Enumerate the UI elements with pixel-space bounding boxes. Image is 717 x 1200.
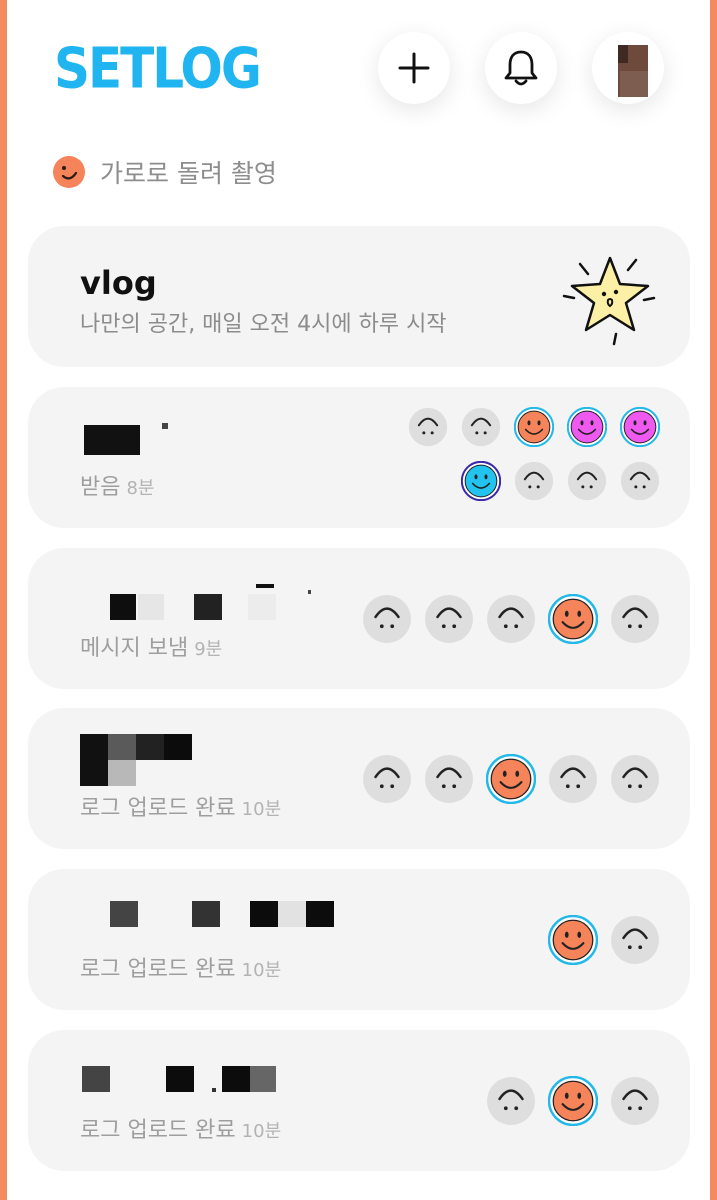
rotate-smile-icon: [53, 156, 85, 188]
reaction-face-magenta-icon[interactable]: [567, 407, 607, 447]
status-text: 받음: [80, 475, 121, 500]
vlog-title: vlog: [80, 264, 157, 302]
reaction-face-inactive-icon[interactable]: [620, 461, 660, 501]
status-text: 로그 업로드 완료: [80, 1118, 236, 1143]
reaction-face-orange-icon[interactable]: [514, 407, 554, 447]
app-logo: SETLOG: [54, 36, 262, 101]
friend-card-4[interactable]: 로그 업로드 완료 10분: [28, 869, 690, 1010]
reaction-face-inactive-icon[interactable]: [362, 754, 412, 804]
status-text: 메시지 보냄: [80, 636, 189, 661]
reaction-face-orange-icon[interactable]: [486, 753, 536, 804]
status-time: 10분: [241, 1121, 282, 1142]
add-button[interactable]: [378, 32, 450, 104]
status-time: 9분: [194, 639, 223, 660]
reaction-face-orange-icon[interactable]: [548, 1075, 598, 1126]
friend-status: 로그 업로드 완료 10분: [80, 951, 281, 983]
reaction-face-inactive-icon[interactable]: [461, 407, 501, 447]
reaction-face-blue-icon[interactable]: [461, 461, 501, 501]
frame-edge-left: [0, 0, 7, 1200]
reaction-face-orange-icon[interactable]: [548, 593, 598, 644]
profile-button[interactable]: [592, 32, 664, 104]
friend-status: 메시지 보냄 9분: [80, 630, 222, 662]
friend-status: 로그 업로드 완료 10분: [80, 1112, 281, 1144]
notification-button[interactable]: [485, 32, 557, 104]
status-time: 10분: [241, 960, 282, 981]
rotate-hint[interactable]: 가로로 돌려 촬영: [52, 152, 277, 192]
vlog-description: 나만의 공간, 매일 오전 4시에 하루 시작: [80, 312, 447, 337]
reaction-face-inactive-icon[interactable]: [567, 461, 607, 501]
reaction-face-orange-icon[interactable]: [548, 914, 598, 965]
reaction-faces: [408, 407, 660, 501]
friend-status: 받음 8분: [80, 469, 155, 501]
reaction-faces-row: [461, 461, 660, 501]
reaction-face-inactive-icon[interactable]: [514, 461, 554, 501]
friend-card-3[interactable]: 로그 업로드 완료 10분: [28, 708, 690, 849]
bell-icon: [504, 50, 538, 86]
reaction-face-inactive-icon[interactable]: [424, 754, 474, 804]
star-character-icon: [562, 256, 656, 346]
reaction-face-inactive-icon[interactable]: [362, 594, 412, 644]
plus-icon: [398, 52, 430, 84]
friend-card-5[interactable]: 로그 업로드 완료 10분: [28, 1030, 690, 1171]
friend-card-2[interactable]: 메시지 보냄 9분: [28, 548, 690, 689]
vlog-card[interactable]: vlog 나만의 공간, 매일 오전 4시에 하루 시작: [28, 226, 690, 367]
reaction-faces: [362, 708, 660, 849]
reaction-face-inactive-icon[interactable]: [486, 1076, 536, 1126]
status-text: 로그 업로드 완료: [80, 957, 236, 982]
reaction-faces: [362, 548, 660, 689]
status-text: 로그 업로드 완료: [80, 796, 236, 821]
reaction-faces: [548, 869, 660, 1010]
rotate-hint-text: 가로로 돌려 촬영: [100, 159, 277, 188]
reaction-face-inactive-icon[interactable]: [486, 594, 536, 644]
reaction-face-inactive-icon[interactable]: [610, 1076, 660, 1126]
friend-card-1[interactable]: 받음 8분: [28, 387, 690, 528]
reaction-face-inactive-icon[interactable]: [408, 407, 448, 447]
friend-status: 로그 업로드 완료 10분: [80, 790, 281, 822]
reaction-face-inactive-icon[interactable]: [548, 754, 598, 804]
status-time: 8분: [126, 478, 155, 499]
reaction-face-inactive-icon[interactable]: [424, 594, 474, 644]
avatar: [600, 39, 656, 97]
reaction-faces: [486, 1030, 660, 1171]
status-time: 10분: [241, 799, 282, 820]
reaction-faces-row: [408, 407, 660, 447]
reaction-face-inactive-icon[interactable]: [610, 754, 660, 804]
reaction-face-inactive-icon[interactable]: [610, 915, 660, 965]
frame-edge-right: [710, 0, 717, 1200]
reaction-face-inactive-icon[interactable]: [610, 594, 660, 644]
reaction-face-magenta-icon[interactable]: [620, 407, 660, 447]
